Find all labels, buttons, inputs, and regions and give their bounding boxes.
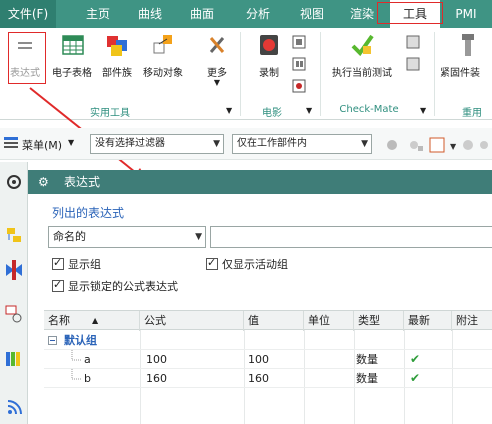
constraint-navigator-icon[interactable] <box>4 260 24 280</box>
show-groups-label: 显示组 <box>68 258 101 271</box>
sort-ascending-icon: ▲ <box>92 316 99 325</box>
uptodate-check-icon: ✔ <box>410 371 421 385</box>
chevron-down-icon: ▼ <box>213 139 220 149</box>
table-row[interactable]: b 160 160 数量 ✔ <box>44 369 492 388</box>
selection-bar: 菜单(M) ▼ 没有选择过滤器 ▼ 仅在工作部件内 ▼ ▼ <box>0 128 492 160</box>
expression-name: a <box>84 353 91 366</box>
chevron-down-icon: ▼ <box>195 232 202 242</box>
show-locked-formula-label: 显示锁定的公式表达式 <box>68 280 178 293</box>
expression-value: 100 <box>248 353 269 366</box>
menu-button[interactable]: 菜单(M) <box>22 137 62 153</box>
column-header-name[interactable]: 名称 ▲ <box>44 311 140 331</box>
table-row[interactable]: a 100 100 数量 ✔ <box>44 350 492 369</box>
column-header-comment[interactable]: 附注 <box>452 311 492 331</box>
group-name: 默认组 <box>64 334 97 347</box>
scope-dropdown[interactable]: 仅在工作部件内 ▼ <box>232 134 372 154</box>
column-header-formula[interactable]: 公式 <box>140 311 244 331</box>
collapse-icon[interactable] <box>48 331 58 350</box>
svg-text:▼: ▼ <box>450 142 457 151</box>
active-group-only-checkbox[interactable] <box>206 256 218 270</box>
expressions-dialog-header: ⚙ 表达式 <box>28 170 492 194</box>
gear-icon[interactable]: ⚙ <box>38 170 49 194</box>
assembly-navigator-icon[interactable] <box>4 226 24 246</box>
expression-type: 数量 <box>356 353 378 366</box>
type-filter-value: 没有选择过滤器 <box>95 138 165 149</box>
part-navigator-icon[interactable] <box>4 304 24 324</box>
column-header-unit[interactable]: 单位 <box>304 311 354 331</box>
show-locked-formula-checkbox[interactable] <box>52 278 64 292</box>
expression-type: 数量 <box>356 372 378 385</box>
expression-name: b <box>84 372 91 385</box>
expression-value: 160 <box>248 372 269 385</box>
expression-table-header: 名称 ▲ 公式 值 单位 类型 最新 附注 <box>44 310 492 331</box>
listed-expressions-select[interactable]: 命名的 ▼ <box>48 226 206 248</box>
column-header-value[interactable]: 值 <box>244 311 304 331</box>
chevron-down-icon: ▼ <box>361 139 368 149</box>
column-header-uptodate[interactable]: 最新 <box>404 311 452 331</box>
reuse-library-icon[interactable] <box>4 348 24 368</box>
resource-bar <box>0 162 28 424</box>
menu-dropdown-arrow-icon[interactable]: ▼ <box>68 138 74 147</box>
web-browser-icon[interactable] <box>4 398 24 418</box>
active-group-only-label: 仅显示活动组 <box>222 258 288 271</box>
listed-expressions-title: 列出的表达式 <box>52 206 125 220</box>
dialog-title: 表达式 <box>64 175 101 189</box>
filter-text-input[interactable] <box>210 226 492 248</box>
column-header-name-label: 名称 <box>48 314 70 327</box>
gear-icon[interactable] <box>4 172 24 192</box>
selection-tool-icons[interactable]: ▼ <box>384 136 490 154</box>
scope-value: 仅在工作部件内 <box>237 138 307 149</box>
menu-icon[interactable] <box>4 137 20 151</box>
table-group-row[interactable]: 默认组 <box>44 331 492 350</box>
expression-formula[interactable]: 160 <box>146 369 167 388</box>
show-groups-checkbox[interactable] <box>52 256 64 270</box>
listed-expressions-value: 命名的 <box>53 230 86 243</box>
column-header-type[interactable]: 类型 <box>354 311 404 331</box>
expression-formula[interactable]: 100 <box>146 350 167 369</box>
uptodate-check-icon: ✔ <box>410 352 421 366</box>
type-filter-dropdown[interactable]: 没有选择过滤器 ▼ <box>90 134 224 154</box>
